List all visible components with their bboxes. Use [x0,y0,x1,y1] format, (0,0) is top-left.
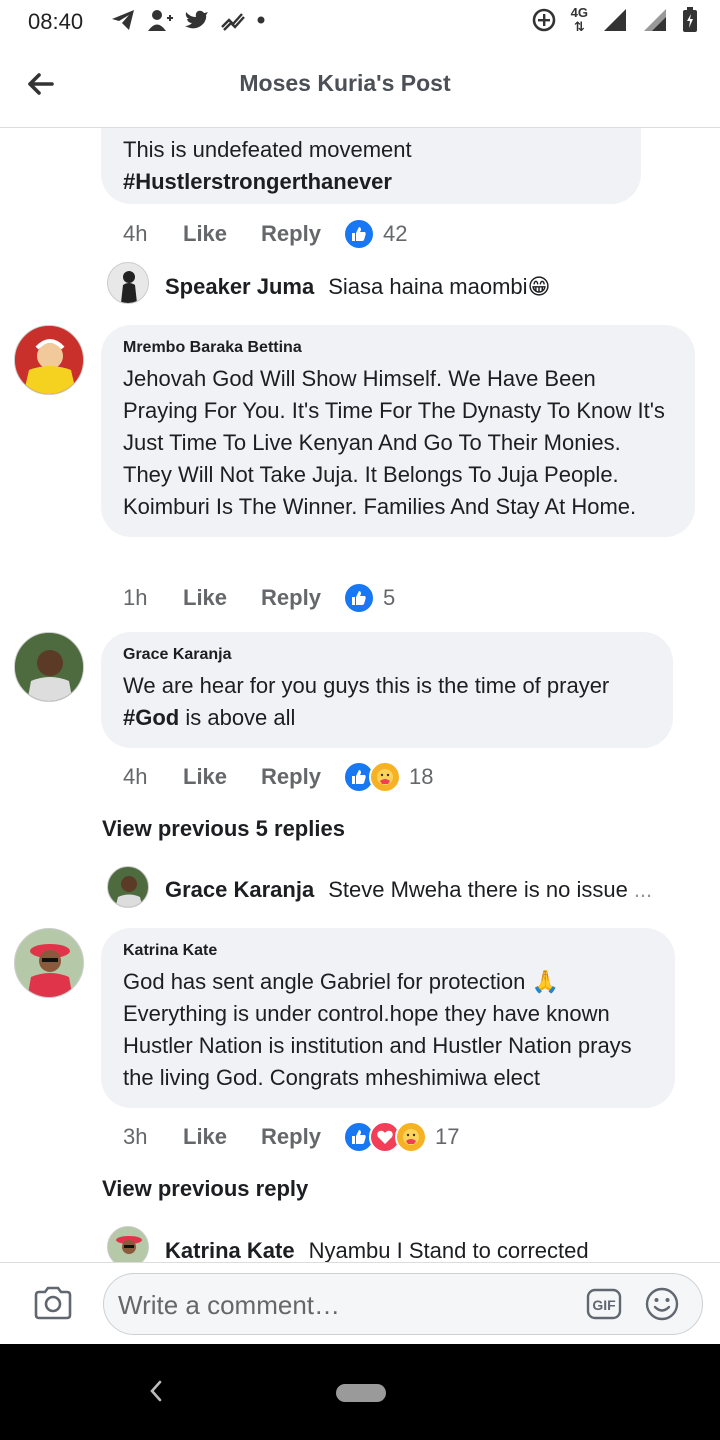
comment-time: 4h [123,221,148,246]
reaction-count: 5 [382,585,396,610]
reply-preview[interactable]: Katrina Kate Nyambu I Stand to corrected [165,1238,589,1262]
comment-actions: 4h Like Reply 42 [123,218,407,250]
reaction-count: 18 [408,764,434,789]
data-saver-icon [532,8,555,32]
reply-preview[interactable]: Grace Karanja Steve Mweha there is no is… [165,877,652,903]
comment-text: Jehovah God Will Show Himself. We Have B… [123,366,665,519]
reply-text: Steve Mweha there is no issue [328,877,628,902]
app-header: Moses Kuria's Post [0,44,720,128]
emoji-icon[interactable] [644,1286,680,1322]
view-previous-reply-link[interactable]: View previous reply [102,1176,308,1202]
comment-author[interactable]: Mrembo Baraka Bettina [123,339,673,357]
like-button[interactable]: Like [183,221,227,247]
system-icons: 4G ⇅ [531,6,698,34]
like-button[interactable]: Like [183,1124,227,1150]
comment-author[interactable]: Katrina Kate [123,942,653,960]
reply-author[interactable]: Speaker Juma [165,274,314,300]
nav-back-icon[interactable] [146,1378,166,1404]
reply-preview[interactable]: Speaker Juma Siasa haina maombi😁 [165,274,550,300]
comment-time: 3h [123,1124,148,1149]
view-previous-replies-link[interactable]: View previous 5 replies [102,816,345,842]
avatar[interactable] [107,262,149,304]
reply-button[interactable]: Reply [261,1124,321,1150]
trending-icon [221,13,245,31]
hashtag-link[interactable]: #God [123,705,179,730]
status-bar: 08:40 4G ⇅ [0,0,720,44]
system-navigation-bar [0,1344,720,1440]
like-button[interactable]: Like [183,585,227,611]
comment-time: 4h [123,764,148,789]
twitter-icon [185,10,208,29]
comment-bubble[interactable]: Katrina Kate God has sent angle Gabriel … [101,928,675,1108]
comment-text: This is undefeated movement #Hustlerstro… [123,137,412,194]
reply-button[interactable]: Reply [261,585,321,611]
reaction-summary[interactable]: 42 [342,218,408,250]
care-reaction-icon [394,1121,427,1153]
avatar[interactable] [14,928,84,998]
reply-text: Siasa haina maombi😁 [328,274,551,299]
reply-author[interactable]: Katrina Kate [165,1238,295,1262]
reaction-count: 42 [382,221,408,246]
reply-text: Nyambu I Stand to corrected [308,1238,589,1262]
telegram-icon [112,10,134,30]
battery-icon [683,7,697,32]
svg-text:GIF: GIF [592,1297,616,1313]
comment-author[interactable]: Grace Karanja [123,646,651,664]
nav-home-pill[interactable] [336,1384,386,1402]
dot-icon [257,16,265,24]
comments-feed[interactable]: This is undefeated movement #Hustlerstro… [0,128,720,1262]
comment-actions: 1h Like Reply 5 [123,582,395,614]
reply-button[interactable]: Reply [261,221,321,247]
hashtag-link[interactable]: #Hustlerstrongerthanever [123,169,392,194]
reaction-count: 17 [434,1124,460,1149]
comment-placeholder: Write a comment… [118,1290,341,1320]
reaction-summary[interactable]: 5 [342,582,396,614]
notification-icons [110,8,266,32]
signal-icon [604,9,626,31]
truncation-ellipsis: ... [633,877,653,902]
comment-bubble[interactable]: This is undefeated movement #Hustlerstro… [101,128,641,204]
like-reaction-icon [342,218,375,250]
add-friend-icon [148,10,173,31]
reply-button[interactable]: Reply [261,764,321,790]
like-reaction-icon [342,582,375,614]
comment-text: We are hear for you guys this is the tim… [123,673,610,730]
reply-author[interactable]: Grace Karanja [165,877,314,903]
reaction-summary[interactable]: 18 [342,761,434,793]
avatar[interactable] [107,1226,149,1262]
comment-time: 1h [123,585,148,610]
page-title: Moses Kuria's Post [239,70,451,96]
like-button[interactable]: Like [183,764,227,790]
care-reaction-icon [368,761,401,793]
network-type: 4G ⇅ [570,5,588,34]
gif-icon[interactable]: GIF [586,1288,622,1320]
comment-actions: 4h Like Reply 18 [123,761,433,793]
status-time: 08:40 [28,9,84,34]
comment-bubble[interactable]: Grace Karanja We are hear for you guys t… [101,632,673,748]
signal-2-icon [644,9,666,31]
comment-composer: Write a comment… GIF [0,1262,720,1344]
avatar[interactable] [14,632,84,702]
camera-icon[interactable] [32,1283,74,1323]
reaction-summary[interactable]: 17 [342,1121,460,1153]
avatar[interactable] [107,866,149,908]
avatar[interactable] [14,325,84,395]
comment-text: God has sent angle Gabriel for protectio… [123,969,632,1090]
comment-actions: 3h Like Reply 17 [123,1121,459,1153]
comment-input[interactable]: Write a comment… GIF [103,1273,703,1335]
comment-bubble[interactable]: Mrembo Baraka Bettina Jehovah God Will S… [101,325,695,537]
